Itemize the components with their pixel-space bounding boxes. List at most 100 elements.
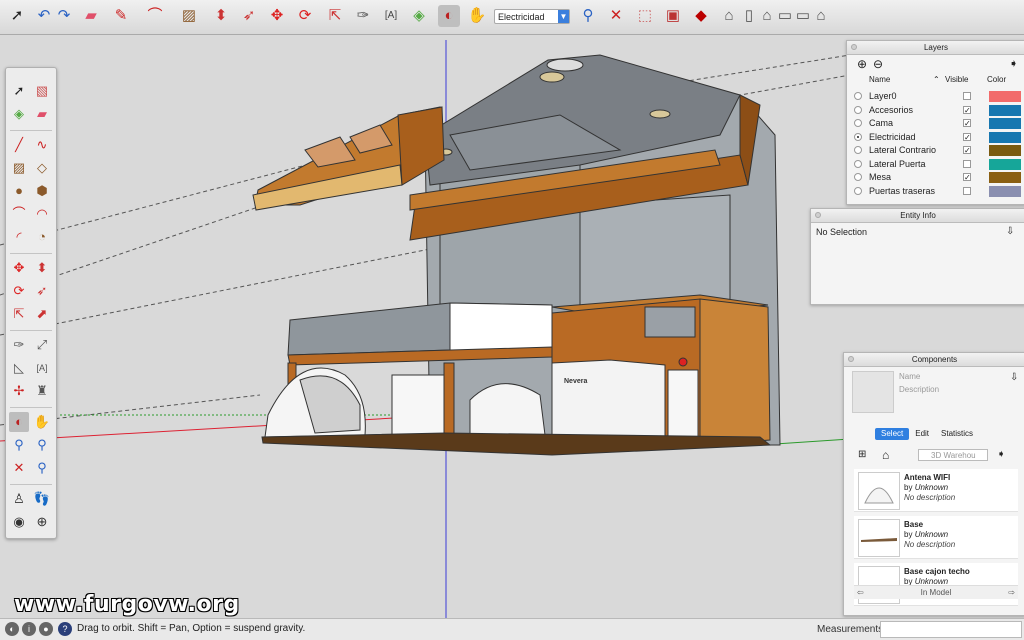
rotate-icon[interactable]: ⟳ [9, 281, 29, 301]
arc-icon[interactable]: ⌒ [9, 204, 29, 224]
select-icon[interactable]: ➚ [6, 5, 28, 27]
layer-color-swatch[interactable] [989, 104, 1021, 116]
back-arrow-icon[interactable]: ⇦ [857, 586, 864, 599]
active-layer-radio[interactable] [854, 105, 862, 114]
component-item[interactable]: Antena WIFI by Unknown No description [854, 469, 1018, 512]
push-pull-icon[interactable]: ⬍ [32, 258, 52, 278]
layer-name[interactable]: Lateral Contrario [869, 145, 936, 155]
geo-location-icon[interactable]: ◐ [5, 622, 19, 636]
text-icon[interactable]: [A] [32, 358, 52, 378]
add-layer-icon[interactable]: ⊕ [857, 57, 867, 71]
line-icon[interactable]: ╱ [9, 135, 29, 155]
redo-icon[interactable]: ↷ [53, 5, 75, 27]
extension-icon[interactable]: ▣ [662, 5, 684, 27]
section-plane-icon[interactable]: ⊕ [32, 512, 52, 532]
visible-checkbox[interactable] [963, 186, 971, 195]
text-icon[interactable]: [A] [380, 5, 402, 27]
push-pull-icon[interactable]: ⬍ [210, 5, 232, 27]
measurements-input[interactable] [880, 621, 1022, 638]
toggle-details-icon[interactable]: ⇩ [1006, 226, 1014, 237]
axes-icon[interactable]: ✢ [9, 381, 29, 401]
iso-view-icon[interactable]: ⌂ [718, 5, 740, 27]
ruby-icon[interactable]: ◆ [690, 5, 712, 27]
visible-checkbox[interactable]: ✓ [963, 132, 971, 141]
left-view-icon[interactable]: ⌂ [810, 5, 832, 27]
layer-name[interactable]: Lateral Puerta [869, 159, 926, 169]
layer-name[interactable]: Puertas traseras [869, 186, 935, 196]
warehouse-icon[interactable]: ⬚ [634, 5, 656, 27]
move-icon[interactable]: ✥ [9, 258, 29, 278]
layer-row[interactable]: Lateral Contrario ✓ [851, 144, 1021, 157]
layer-color-swatch[interactable] [989, 145, 1021, 156]
view-options-icon[interactable]: ⊞ [858, 449, 866, 460]
layer-row[interactable]: Layer0 [851, 90, 1021, 103]
component-item[interactable]: Base by Unknown No description [854, 516, 1018, 559]
layer-name[interactable]: Mesa [869, 172, 891, 182]
pencil-icon[interactable]: ✎ [110, 5, 132, 27]
details-arrow-icon[interactable]: ➧ [1009, 57, 1018, 70]
layer-color-swatch[interactable] [989, 172, 1021, 183]
active-layer-radio[interactable] [854, 92, 862, 100]
offset-icon[interactable]: ⬈ [32, 304, 52, 324]
layer-name[interactable]: Electricidad [869, 132, 916, 142]
scale-icon[interactable]: ⇱ [9, 304, 29, 324]
previous-view-icon[interactable]: ⚲ [32, 458, 52, 478]
layer-row[interactable]: Cama ✓ [851, 117, 1021, 130]
user-icon[interactable]: ● [39, 622, 53, 636]
zoom-icon[interactable]: ⚲ [577, 5, 599, 27]
layer-row[interactable]: Accesorios ✓ [851, 104, 1021, 117]
arc-icon[interactable]: ⌒ [144, 5, 166, 27]
tab-statistics[interactable]: Statistics [935, 428, 979, 440]
paint-bucket-icon[interactable]: ◈ [408, 5, 430, 27]
layer-row[interactable]: Puertas traseras [851, 185, 1021, 198]
circle-icon[interactable]: ● [9, 181, 29, 201]
paint-bucket-icon[interactable]: ◈ [9, 104, 29, 124]
look-around-icon[interactable]: ◉ [9, 512, 29, 532]
column-color[interactable]: Color [987, 75, 1006, 84]
orbit-icon[interactable]: ◐ [438, 5, 460, 27]
active-layer-radio[interactable] [854, 146, 862, 154]
layer-color-swatch[interactable] [989, 91, 1021, 102]
make-component-icon[interactable]: ▧ [32, 81, 52, 101]
column-visible[interactable]: Visible [945, 75, 968, 84]
three-point-arc-icon[interactable]: ◜ [9, 227, 29, 247]
home-icon[interactable]: ⌂ [882, 448, 889, 462]
protractor-icon[interactable]: ◺ [9, 358, 29, 378]
close-dot-icon[interactable] [815, 212, 821, 218]
eraser-icon[interactable]: ▰ [80, 5, 102, 27]
details-arrow-icon[interactable]: ➧ [997, 449, 1005, 460]
warehouse-search-input[interactable]: 3D Warehou [918, 449, 988, 461]
layer-row[interactable]: Electricidad ✓ [851, 131, 1021, 144]
remove-layer-icon[interactable]: ⊖ [873, 57, 883, 71]
layer-color-swatch[interactable] [989, 118, 1021, 129]
rotated-rectangle-icon[interactable]: ◇ [32, 158, 52, 178]
undo-icon[interactable]: ↶ [33, 5, 55, 27]
zoom-icon[interactable]: ⚲ [9, 435, 29, 455]
active-layer-radio[interactable] [854, 159, 862, 168]
select-icon[interactable]: ➚ [9, 81, 29, 101]
close-dot-icon[interactable] [848, 356, 854, 362]
freehand-icon[interactable]: ∿ [32, 135, 52, 155]
active-layer-radio[interactable] [854, 173, 862, 181]
pie-icon[interactable]: ◔ [32, 227, 52, 247]
position-camera-icon[interactable]: ♙ [9, 489, 29, 509]
follow-me-icon[interactable]: ➶ [238, 5, 260, 27]
active-layer-radio[interactable] [854, 119, 862, 127]
move-icon[interactable]: ✥ [266, 5, 288, 27]
layer-name[interactable]: Cama [869, 118, 893, 128]
component-description-field[interactable]: Description [899, 385, 939, 394]
column-name[interactable]: Name [869, 75, 890, 84]
polygon-icon[interactable]: ⬢ [32, 181, 52, 201]
close-dot-icon[interactable] [851, 44, 857, 50]
visible-checkbox[interactable]: ✓ [963, 146, 971, 155]
active-layer-radio[interactable] [854, 132, 862, 141]
layer-row[interactable]: Mesa ✓ [851, 171, 1021, 184]
tape-measure-icon[interactable]: ✑ [352, 5, 374, 27]
layer-color-swatch[interactable] [989, 131, 1021, 143]
follow-me-icon[interactable]: ➶ [32, 281, 52, 301]
layer-color-swatch[interactable] [989, 158, 1021, 170]
visible-checkbox[interactable] [963, 159, 971, 168]
forward-arrow-icon[interactable]: ⇨ [1008, 586, 1015, 599]
info-icon[interactable]: i [22, 622, 36, 636]
dimension-icon[interactable]: ⤢ [32, 335, 52, 355]
